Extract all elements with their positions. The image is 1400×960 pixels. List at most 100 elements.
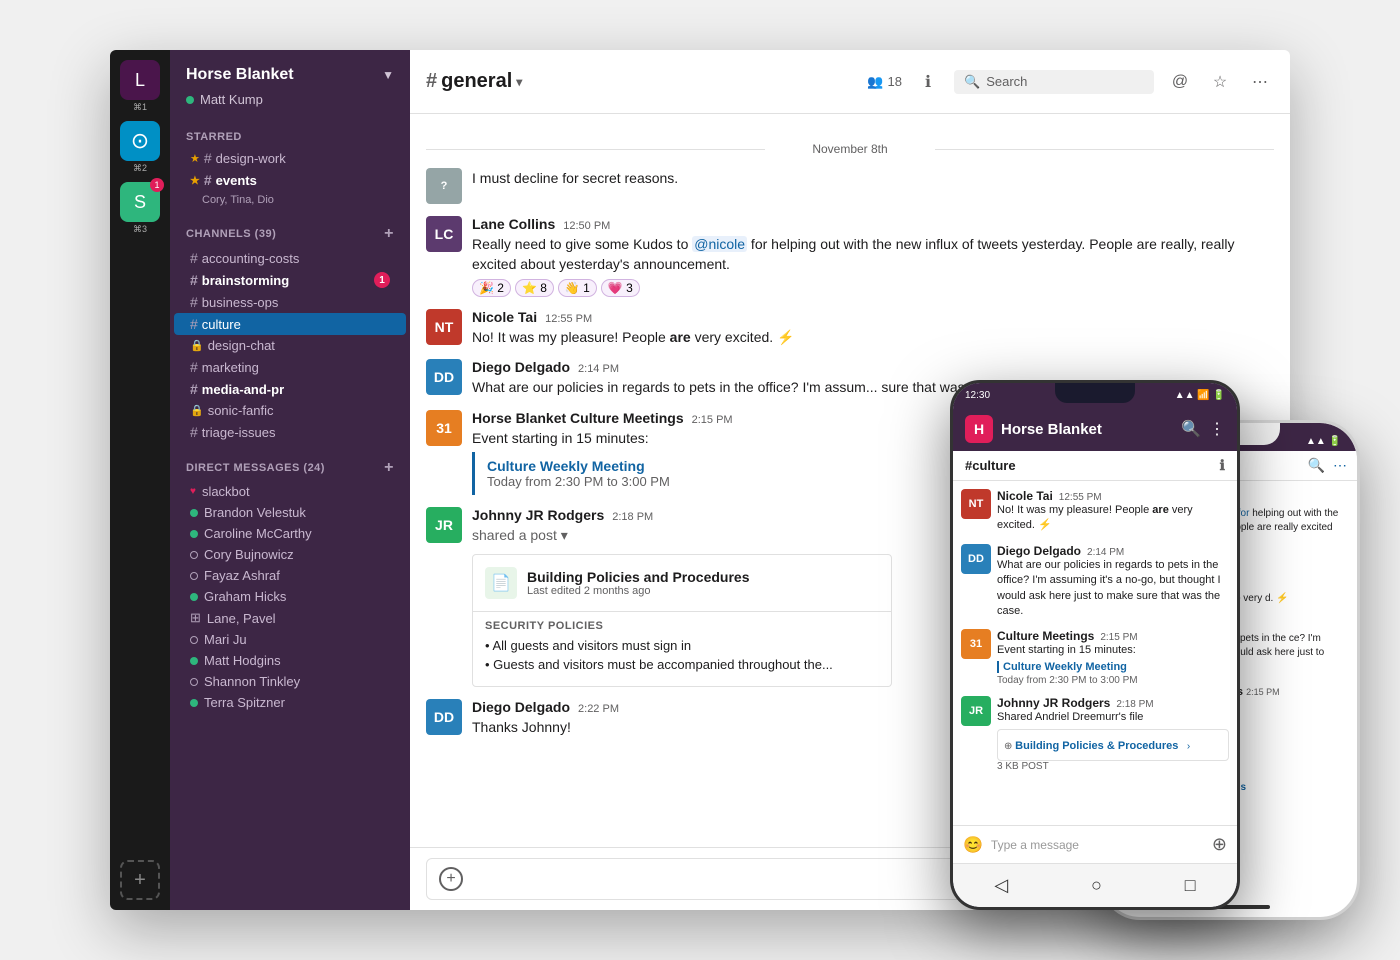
avatar-nicole: NT (426, 309, 462, 345)
reaction-star[interactable]: ⭐ 8 (515, 279, 554, 297)
workspace-2[interactable]: ⊙ ⌘2 (120, 121, 160, 174)
star-button[interactable]: ☆ (1206, 68, 1234, 96)
channel-dropdown-arrow[interactable]: ▾ (516, 75, 522, 89)
members-count[interactable]: 👥 18 (867, 74, 902, 90)
add-channel-button[interactable]: + (384, 225, 394, 243)
workspace-icon-1[interactable]: L (120, 60, 160, 100)
dm-terra[interactable]: Terra Spitzner (174, 692, 406, 713)
search-placeholder: Search (986, 74, 1027, 89)
dm-lane-pavel[interactable]: ⊞ Lane, Pavel (174, 607, 406, 629)
dm-brandon[interactable]: Brandon Velestuk (174, 502, 406, 523)
channel-business-ops[interactable]: # business-ops (174, 291, 406, 313)
dm-slackbot[interactable]: ♥ slackbot (174, 481, 406, 502)
workspace-dropdown-chevron[interactable]: ▼ (382, 68, 394, 82)
shared-post-body: SECURITY POLICIES • All guests and visit… (473, 611, 891, 686)
dm-caroline[interactable]: Caroline McCarthy (174, 523, 406, 544)
channel-sonic-fanfic[interactable]: 🔒 sonic-fanfic (174, 400, 406, 421)
android-time-johnny: 2:18 PM (1116, 699, 1153, 710)
channel-marketing[interactable]: # marketing (174, 356, 406, 378)
android-input-placeholder[interactable]: Type a message (991, 838, 1204, 852)
ios-more-icon[interactable]: ⋯ (1333, 457, 1347, 474)
workspace-1[interactable]: L ⌘1 (120, 60, 160, 113)
android-search-icon[interactable]: 🔍 (1181, 419, 1201, 439)
dm-name: Terra Spitzner (204, 695, 285, 710)
android-input-plus[interactable]: ⊕ (1212, 834, 1227, 855)
shared-post-meta: Last edited 2 months ago (527, 585, 750, 597)
shared-post-section: SECURITY POLICIES (485, 612, 879, 636)
dm-status-offline (190, 678, 198, 686)
channel-design-chat[interactable]: 🔒 design-chat (174, 335, 406, 356)
message-author-diego2: Diego Delgado (472, 699, 570, 715)
add-workspace-button[interactable]: + (120, 860, 160, 900)
avatar-lane: LC (426, 216, 462, 252)
reaction-heart[interactable]: 💗 3 (601, 279, 640, 297)
avatar-diego2: DD (426, 699, 462, 735)
channel-culture[interactable]: # culture (174, 313, 406, 335)
add-dm-button[interactable]: + (384, 459, 394, 477)
channel-brainstorming[interactable]: # brainstorming 1 (174, 269, 406, 291)
dm-cory[interactable]: Cory Bujnowicz (174, 544, 406, 565)
workspace-icon-3[interactable]: S 1 (120, 182, 160, 222)
input-plus-button[interactable]: + (439, 867, 463, 891)
dm-status-online (190, 699, 198, 707)
message-time-lane: 12:50 PM (563, 220, 610, 232)
android-info-icon[interactable]: ℹ (1220, 457, 1225, 474)
workspace-icon-2[interactable]: ⊙ (120, 121, 160, 161)
message-time-diego2: 2:22 PM (578, 703, 619, 715)
android-shared-title[interactable]: Building Policies & Procedures (1015, 740, 1178, 752)
android-app-header: H 2+ Horse Blanket 🔍 ⋮ (953, 407, 1237, 451)
members-icon: 👥 (867, 74, 883, 90)
group-members: Cory, Tina, Dio (202, 194, 274, 206)
channel-name-design-work: design-work (216, 151, 286, 166)
dm-status-offline (190, 636, 198, 644)
message-group-nicole: NT Nicole Tai 12:55 PM No! It was my ple… (426, 309, 1274, 347)
date-divider: November 8th (426, 142, 1274, 156)
workspace-3[interactable]: S 1 ⌘3 (120, 182, 160, 235)
dm-shannon[interactable]: Shannon Tinkley (174, 671, 406, 692)
android-emoji-button[interactable]: 😊 (963, 835, 983, 855)
dm-mari[interactable]: Mari Ju (174, 629, 406, 650)
message-author-johnny: Johnny JR Rodgers (472, 507, 604, 523)
android-circle-icon: ⊕ (1004, 741, 1015, 752)
event-link[interactable]: Culture Weekly Meeting (487, 458, 880, 474)
starred-channel-design-work[interactable]: ★ # design-work (174, 147, 406, 169)
channel-triage-issues[interactable]: # triage-issues (174, 421, 406, 443)
android-event-link[interactable]: Culture Weekly Meeting (997, 661, 1229, 673)
group-dm-icon: ⊞ (190, 610, 201, 626)
dm-graham[interactable]: Graham Hicks (174, 586, 406, 607)
android-msg-nicole: NT Nicole Tai 12:55 PM No! It was my ple… (961, 489, 1229, 534)
android-time: 12:30 (965, 390, 990, 401)
avatar-anon: ? (426, 168, 462, 204)
android-back-button[interactable]: ◁ (994, 875, 1008, 896)
message-time-diego: 2:14 PM (578, 363, 619, 375)
message-header-nicole: Nicole Tai 12:55 PM (472, 309, 1274, 325)
starred-channel-events[interactable]: ★ # events (174, 169, 406, 191)
workspace-logo-1: L (135, 70, 145, 91)
android-screen: 12:30 ▲▲ 📶 🔋 H 2+ Horse Blanket 🔍 ⋮ #cul… (953, 383, 1237, 907)
message-group-anon: ? I must decline for secret reasons. (426, 168, 1274, 204)
channel-media-and-pr[interactable]: # media-and-pr (174, 378, 406, 400)
info-button[interactable]: ℹ (914, 68, 942, 96)
android-nav-bar: ◁ ○ □ (953, 863, 1237, 907)
dm-name: Cory Bujnowicz (204, 547, 294, 562)
workspace-name: Horse Blanket (186, 66, 294, 84)
reaction-party[interactable]: 🎉 2 (472, 279, 511, 297)
dm-matt[interactable]: Matt Hodgins (174, 650, 406, 671)
header-actions: 👥 18 ℹ 🔍 Search @ ☆ ⋯ (867, 68, 1274, 96)
android-recent-button[interactable]: □ (1185, 875, 1196, 896)
reaction-wave[interactable]: 👋 1 (558, 279, 597, 297)
dm-fayaz[interactable]: Fayaz Ashraf (174, 565, 406, 586)
search-box[interactable]: 🔍 Search (954, 70, 1154, 94)
android-more-icon[interactable]: ⋮ (1209, 419, 1225, 439)
shared-post-header: 📄 Building Policies and Procedures Last … (473, 555, 891, 611)
message-text-nicole: No! It was my pleasure! People are very … (472, 327, 1274, 347)
members-number: 18 (888, 74, 902, 89)
channel-accounting-costs[interactable]: # accounting-costs (174, 247, 406, 269)
ios-search-icon[interactable]: 🔍 (1308, 457, 1325, 474)
android-messages: NT Nicole Tai 12:55 PM No! It was my ple… (953, 481, 1237, 823)
dm-status-offline (190, 551, 198, 559)
more-button[interactable]: ⋯ (1246, 68, 1274, 96)
message-time-hbcm: 2:15 PM (692, 414, 733, 426)
android-home-button[interactable]: ○ (1091, 875, 1102, 896)
at-button[interactable]: @ (1166, 68, 1194, 96)
